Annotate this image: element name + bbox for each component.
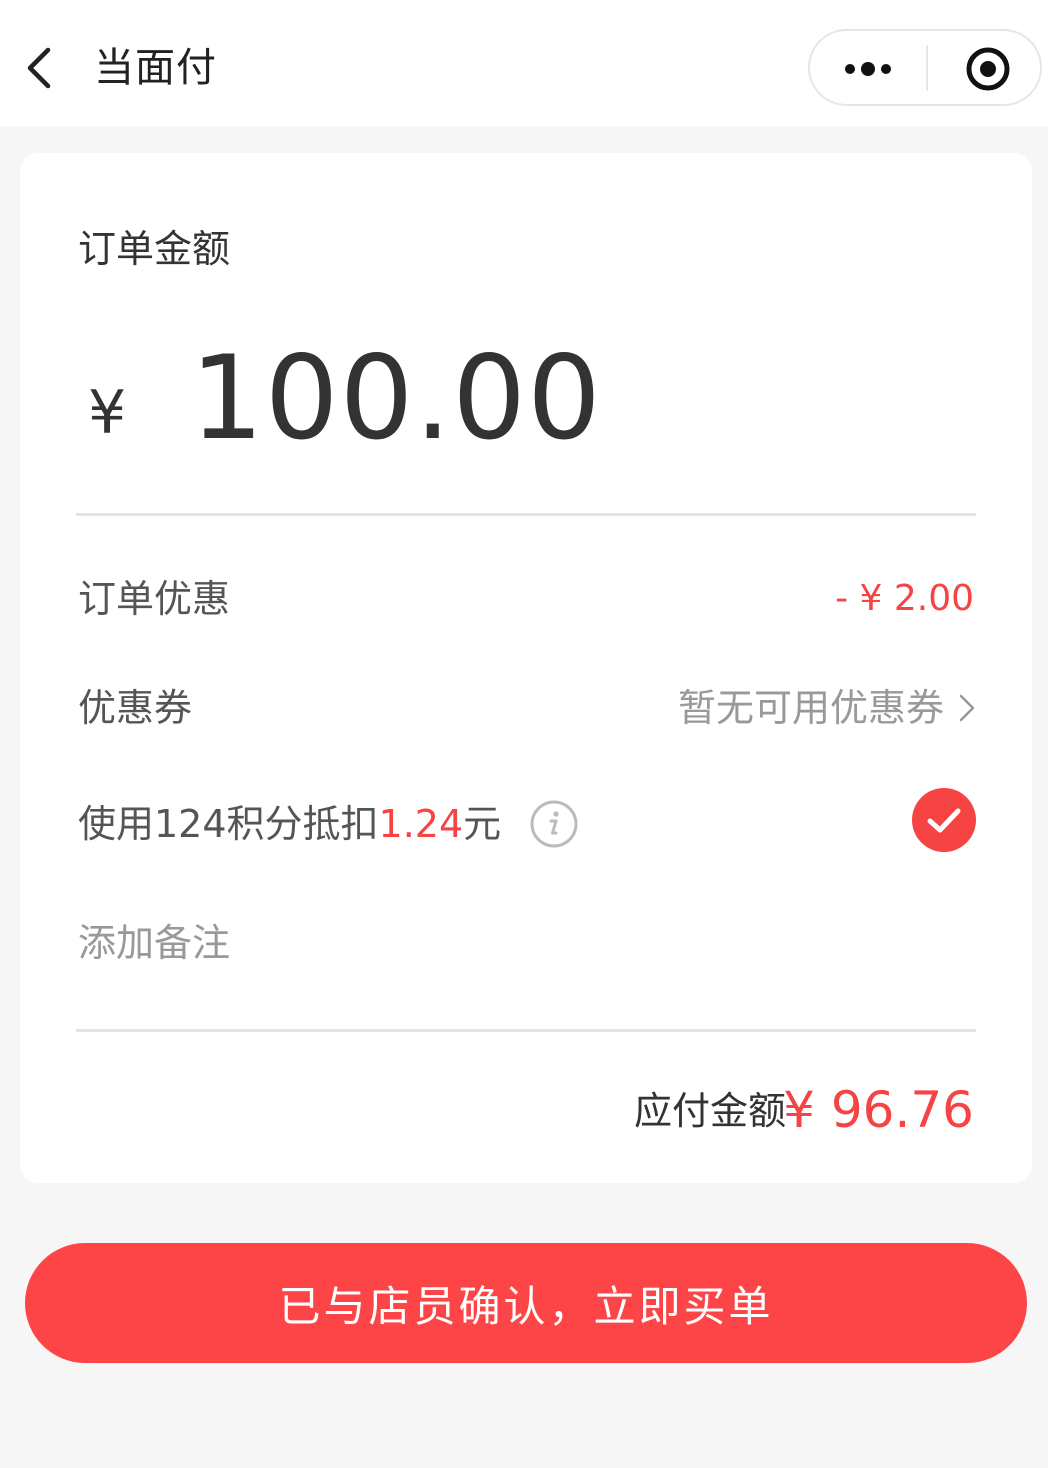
chevron-right-icon xyxy=(959,694,975,722)
order-discount-label: 订单优惠 xyxy=(78,577,231,621)
info-icon[interactable] xyxy=(529,799,579,849)
coupon-value: 暂无可用优惠券 xyxy=(677,686,944,730)
order-card: 订单金额 ¥ 100.00 订单优惠 - ¥ 2.00 优惠券 暂无可用优惠券 … xyxy=(20,153,1032,1183)
order-discount-value: - ¥ 2.00 xyxy=(835,578,974,619)
points-checkbox[interactable] xyxy=(912,788,976,852)
divider-top xyxy=(76,513,976,516)
checkmark-icon xyxy=(927,808,961,833)
remark-input[interactable]: 添加备注 xyxy=(78,920,230,966)
back-button[interactable] xyxy=(18,40,70,96)
close-mini-program-button[interactable] xyxy=(928,31,1042,104)
payable-amount-label: 应付金额 xyxy=(633,1089,786,1133)
chevron-left-icon xyxy=(27,47,51,89)
order-amount-label: 订单金额 xyxy=(78,227,231,271)
page-title: 当面付 xyxy=(94,45,217,91)
points-amount: 1.24 xyxy=(378,802,464,846)
target-close-icon xyxy=(966,47,1010,91)
mini-program-capsule xyxy=(808,29,1042,106)
order-amount: 100.00 xyxy=(190,331,602,466)
payable-amount-value: ¥ 96.76 xyxy=(783,1081,974,1139)
confirm-pay-button[interactable]: 已与店员确认，立即买单 xyxy=(25,1243,1027,1363)
points-prefix: 使用124积分抵扣 xyxy=(78,802,379,846)
points-suffix: 元 xyxy=(463,802,502,846)
currency-symbol: ¥ xyxy=(88,378,127,448)
divider-bottom xyxy=(76,1029,976,1032)
more-button[interactable] xyxy=(810,31,926,104)
coupon-selector[interactable]: 暂无可用优惠券 xyxy=(678,685,976,731)
navigation-bar: 当面付 xyxy=(0,0,1048,126)
points-deduction-row: 使用124积分抵扣 1.24 元 xyxy=(78,799,579,849)
more-dots-icon xyxy=(845,62,891,76)
coupon-label: 优惠券 xyxy=(78,686,193,730)
